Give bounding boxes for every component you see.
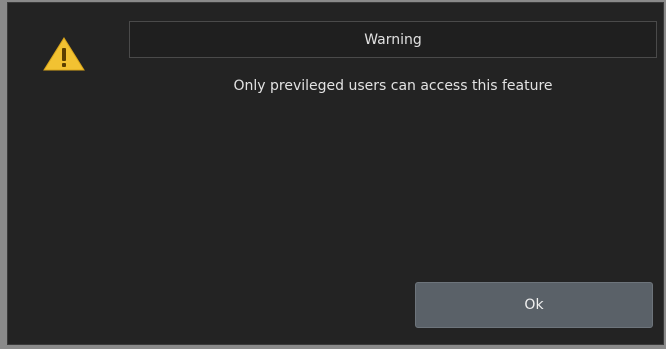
dialog-message: Only previleged users can access this fe… (233, 78, 553, 94)
ok-button[interactable]: Ok (415, 282, 653, 328)
dialog-title: Warning (364, 31, 422, 48)
warning-dialog: Warning Only previleged users can access… (7, 2, 664, 345)
warning-icon (43, 37, 85, 71)
dialog-title-bar: Warning (129, 21, 657, 58)
